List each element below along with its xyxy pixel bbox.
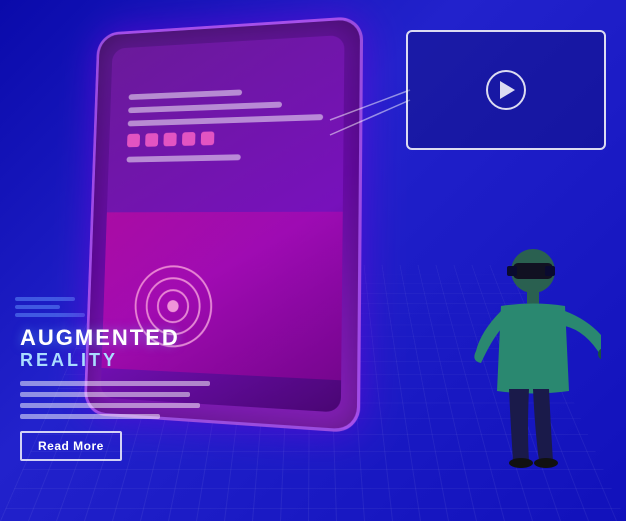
screen-ui <box>126 86 323 170</box>
screen-line-1 <box>129 89 243 100</box>
text-line-3 <box>20 403 200 408</box>
text-content-area: AUGMENTED REALITY Read More <box>20 326 220 461</box>
description-lines <box>20 381 220 419</box>
ar-person <box>461 241 591 461</box>
screen-dot <box>145 133 158 147</box>
reality-title: REALITY <box>20 350 220 371</box>
screen-dot <box>201 131 215 145</box>
play-button[interactable] <box>486 70 526 110</box>
person-svg <box>461 241 601 471</box>
decorative-bars <box>15 297 85 321</box>
augmented-title: AUGMENTED <box>20 326 220 350</box>
text-line-2 <box>20 392 190 397</box>
read-more-button[interactable]: Read More <box>20 431 122 461</box>
play-icon <box>500 81 515 99</box>
screen-dots <box>127 128 323 147</box>
text-line-1 <box>20 381 210 386</box>
screen-line-4 <box>127 154 242 162</box>
main-scene: AUGMENTED REALITY Read More <box>0 0 626 521</box>
screen-dot <box>182 132 195 146</box>
text-line-4 <box>20 414 160 419</box>
screen-dot <box>127 134 140 148</box>
screen-line-3 <box>128 114 323 126</box>
video-card[interactable] <box>406 30 606 150</box>
screen-line-2 <box>128 102 282 114</box>
screen-dot <box>163 133 176 147</box>
